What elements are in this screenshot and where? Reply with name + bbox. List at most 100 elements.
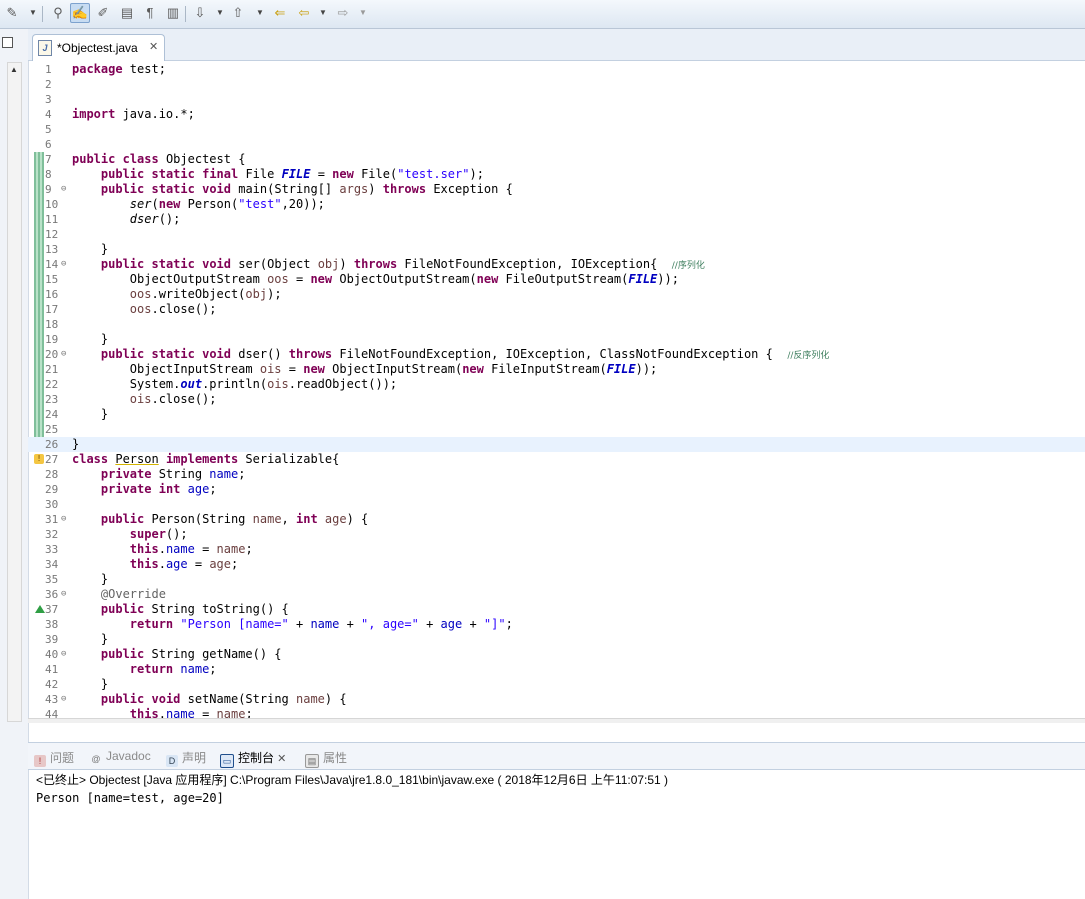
code-line[interactable]: 5 (28, 122, 1085, 137)
last-edit-icon[interactable]: ⇐ (270, 3, 290, 23)
code-text: package test; (72, 62, 166, 76)
fold-collapse-icon[interactable]: ⊖ (61, 587, 66, 602)
code-line[interactable]: 37 public String toString() { (28, 602, 1085, 617)
tab-objectest-java[interactable]: J *Objectest.java ✕ (32, 34, 165, 61)
code-line[interactable]: 22 System.out.println(ois.readObject()); (28, 377, 1085, 392)
code-line[interactable]: 10 ser(new Person("test",20)); (28, 197, 1085, 212)
editor-hscrollbar[interactable] (28, 718, 1085, 723)
line-number: 26 (45, 438, 59, 451)
debug-icon[interactable]: ⚲ (48, 3, 68, 23)
next-annotation-icon[interactable]: ⇩ (190, 3, 210, 23)
line-number: 37 (45, 603, 59, 616)
code-line[interactable]: 30 (28, 497, 1085, 512)
tab-declaration[interactable]: D 声明 (166, 749, 206, 767)
code-line[interactable]: 42 } (28, 677, 1085, 692)
code-line[interactable]: 44 this.name = name; (28, 707, 1085, 718)
chevron-down-icon[interactable]: ▼ (256, 4, 264, 22)
code-line[interactable]: 2 (28, 77, 1085, 92)
tab-properties[interactable]: ▤ 属性 (305, 749, 347, 768)
code-line[interactable]: 25 (28, 422, 1085, 437)
code-line[interactable]: 24 } (28, 407, 1085, 422)
code-line[interactable]: 11 dser(); (28, 212, 1085, 227)
code-line[interactable]: 20 ⊖ public static void dser() throws Fil… (28, 347, 1085, 362)
code-line[interactable]: 3 (28, 92, 1085, 107)
tab-javadoc[interactable]: @ Javadoc (90, 749, 150, 765)
code-line[interactable]: 31 ⊖ public Person(String name, int age) … (28, 512, 1085, 527)
show-whitespace-icon[interactable]: ¶ (140, 3, 160, 23)
fold-collapse-icon[interactable]: ⊖ (61, 647, 66, 662)
warning-icon[interactable]: ! (34, 454, 44, 464)
code-text: public Person(String name, int age) { (100, 512, 369, 526)
code-text: this.name = name; (129, 707, 253, 718)
fold-collapse-icon[interactable]: ⊖ (61, 182, 66, 197)
code-line[interactable]: 38 return "Person [name=" + name + ", ag… (28, 617, 1085, 632)
code-line[interactable]: 41 return name; (28, 662, 1085, 677)
build-icon[interactable]: ✎ (2, 3, 22, 23)
code-line[interactable]: 9 ⊖ public static void main(String[] args… (28, 182, 1085, 197)
code-text: public String getName() { (100, 647, 282, 661)
code-line[interactable]: 1 package test; (28, 62, 1085, 77)
restore-icon[interactable] (2, 37, 13, 48)
line-number: 24 (45, 408, 59, 421)
code-line[interactable]: 18 (28, 317, 1085, 332)
code-line[interactable]: 19 } (28, 332, 1085, 347)
block-select-icon[interactable]: ▥ (163, 3, 183, 23)
code-line[interactable]: 39 } (28, 632, 1085, 647)
line-number: 29 (45, 483, 59, 496)
code-line[interactable]: 23 ois.close(); (28, 392, 1085, 407)
code-text: public static void main(String[] args) t… (100, 182, 513, 196)
code-line[interactable]: 6 (28, 137, 1085, 152)
tab-label: 控制台 (238, 751, 275, 765)
code-editor[interactable]: 1 package test; 2 3 4 import java.io.*; 5 6 7 pub… (28, 62, 1085, 718)
chevron-down-icon[interactable]: ▼ (359, 4, 367, 22)
code-line[interactable]: 40 ⊖ public String getName() { (28, 647, 1085, 662)
line-number: 21 (45, 363, 59, 376)
code-line[interactable]: 43 ⊖ public void setName(String name) { (28, 692, 1085, 707)
code-line[interactable]: 17 oos.close(); (28, 302, 1085, 317)
fold-collapse-icon[interactable]: ⊖ (61, 692, 66, 707)
prev-annotation-icon[interactable]: ⇧ (228, 3, 248, 23)
open-task-icon[interactable]: ▤ (117, 3, 137, 23)
code-line[interactable]: 36 ⊖ @Override (28, 587, 1085, 602)
code-line[interactable]: 33 this.name = name; (28, 542, 1085, 557)
code-line[interactable]: 32 super(); (28, 527, 1085, 542)
tab-label: 声明 (182, 751, 207, 765)
chevron-down-icon[interactable]: ▼ (216, 4, 224, 22)
code-line[interactable]: 26} (28, 437, 1085, 452)
fold-collapse-icon[interactable]: ⊖ (61, 512, 66, 527)
close-icon[interactable]: ✕ (274, 753, 286, 765)
java-file-icon: J (38, 40, 52, 56)
console-output[interactable]: Person [name=test, age=20] (36, 791, 224, 805)
editor-scrollbar[interactable]: ▲ (7, 62, 22, 722)
code-text: ObjectOutputStream oos = new ObjectOutpu… (72, 272, 679, 286)
toolbar-separator (185, 6, 186, 22)
code-text: ois.close(); (129, 392, 217, 406)
code-line[interactable]: 7 public class Objectest { (28, 152, 1085, 167)
fold-collapse-icon[interactable]: ⊖ (61, 347, 66, 362)
code-line[interactable]: 15 ObjectOutputStream oos = new ObjectOu… (28, 272, 1085, 287)
back-icon[interactable]: ⇦ (294, 3, 314, 23)
toggle-mark-icon[interactable]: ✐ (93, 3, 113, 23)
code-line[interactable]: 16 oos.writeObject(obj); (28, 287, 1085, 302)
tab-problems[interactable]: ! 问题 (34, 749, 74, 767)
code-line[interactable]: 14 ⊖ public static void ser(Object obj) t… (28, 257, 1085, 272)
code-line[interactable]: 21 ObjectInputStream ois = new ObjectInp… (28, 362, 1085, 377)
chevron-down-icon[interactable]: ▼ (319, 4, 327, 22)
code-line[interactable]: 29 private int age; (28, 482, 1085, 497)
highlight-icon[interactable]: ✍ (70, 3, 90, 23)
close-icon[interactable]: ✕ (149, 40, 158, 53)
code-line[interactable]: 35 } (28, 572, 1085, 587)
scroll-up-icon[interactable]: ▲ (10, 65, 18, 74)
code-line[interactable]: ! 27 class Person implements Serializable{ (28, 452, 1085, 467)
code-line[interactable]: 8 public static final File FILE = new Fi… (28, 167, 1085, 182)
tab-console[interactable]: ▭ 控制台 ✕ (220, 749, 286, 768)
fold-collapse-icon[interactable]: ⊖ (61, 257, 66, 272)
chevron-down-icon[interactable]: ▼ (29, 4, 37, 22)
code-line[interactable]: 13 } (28, 242, 1085, 257)
code-line[interactable]: 34 this.age = age; (28, 557, 1085, 572)
code-line[interactable]: 4 import java.io.*; (28, 107, 1085, 122)
code-line[interactable]: 28 private String name; (28, 467, 1085, 482)
forward-icon[interactable]: ⇨ (333, 3, 353, 23)
override-icon[interactable] (35, 605, 45, 613)
code-line[interactable]: 12 (28, 227, 1085, 242)
